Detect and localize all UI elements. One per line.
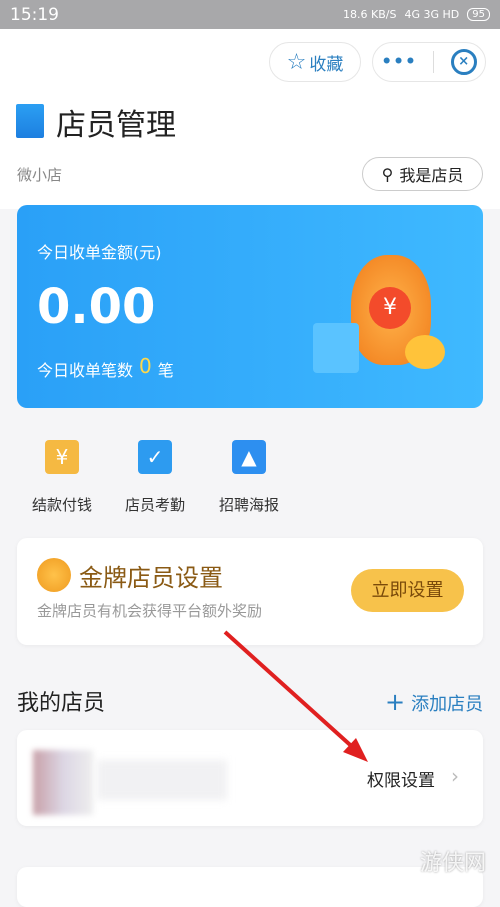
annotation-arrow: [223, 630, 368, 762]
